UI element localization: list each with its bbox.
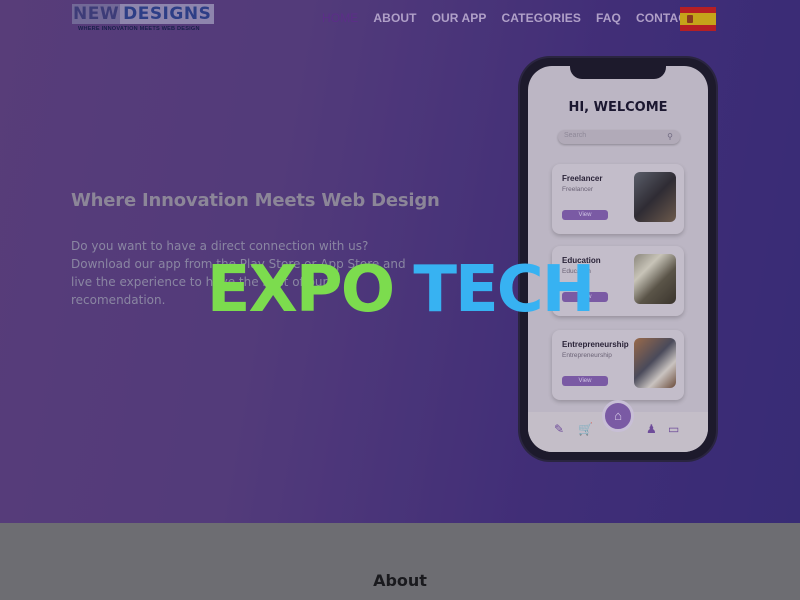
logo-tagline: WHERE INNOVATION MEETS WEB DESIGN bbox=[78, 26, 200, 32]
site-logo[interactable]: NEW DESIGNS WHERE INNOVATION MEETS WEB DE… bbox=[72, 4, 215, 36]
about-title: About bbox=[373, 571, 427, 590]
card-title: Freelancer bbox=[562, 174, 603, 183]
nav-faq[interactable]: FAQ bbox=[596, 11, 621, 25]
spain-flag-icon[interactable] bbox=[680, 7, 716, 31]
expo-tech-overlay: EXPO TECH bbox=[0, 250, 800, 330]
nav-categories[interactable]: CATEGORIES bbox=[502, 11, 581, 25]
overlay-word-tech: TECH bbox=[413, 253, 595, 327]
nav-home[interactable]: HOME bbox=[322, 11, 358, 25]
phone-notch bbox=[570, 66, 666, 79]
logo-prefix: NEW bbox=[72, 4, 121, 24]
hero-headline: Where Innovation Meets Web Design bbox=[71, 190, 440, 211]
logo-wordmark: NEW DESIGNS bbox=[72, 4, 215, 24]
card-subtitle: Entrepreneurship bbox=[562, 352, 612, 359]
tv-icon: ▭ bbox=[668, 422, 680, 436]
card-view-button: View bbox=[562, 376, 608, 386]
phone-search-field: Search ⚲ bbox=[558, 130, 680, 144]
phone-welcome-title: HI, WELCOME bbox=[568, 100, 668, 115]
home-icon: ⌂ bbox=[602, 400, 634, 432]
cart-icon: 🛒 bbox=[578, 422, 593, 436]
card-image bbox=[634, 338, 676, 388]
overlay-word-expo: EXPO bbox=[206, 253, 395, 327]
search-icon: ⚲ bbox=[667, 132, 673, 141]
card-title: Entrepreneurship bbox=[562, 340, 629, 349]
card-subtitle: Freelancer bbox=[562, 186, 594, 193]
about-section: About bbox=[0, 523, 800, 600]
user-icon: ♟ bbox=[646, 422, 657, 436]
logo-main: DESIGNS bbox=[120, 4, 215, 24]
nav-about[interactable]: ABOUT bbox=[373, 11, 416, 25]
phone-search-placeholder: Search bbox=[564, 132, 587, 139]
card-image bbox=[634, 172, 676, 222]
phone-card-entrepreneurship: Entrepreneurship Entrepreneurship View bbox=[552, 330, 684, 400]
nav-our-app[interactable]: OUR APP bbox=[432, 11, 487, 25]
card-view-button: View bbox=[562, 210, 608, 220]
edit-icon: ✎ bbox=[554, 422, 565, 436]
phone-card-freelancer: Freelancer Freelancer View bbox=[552, 164, 684, 234]
main-nav: HOME ABOUT OUR APP CATEGORIES FAQ CONTAC… bbox=[322, 11, 709, 25]
